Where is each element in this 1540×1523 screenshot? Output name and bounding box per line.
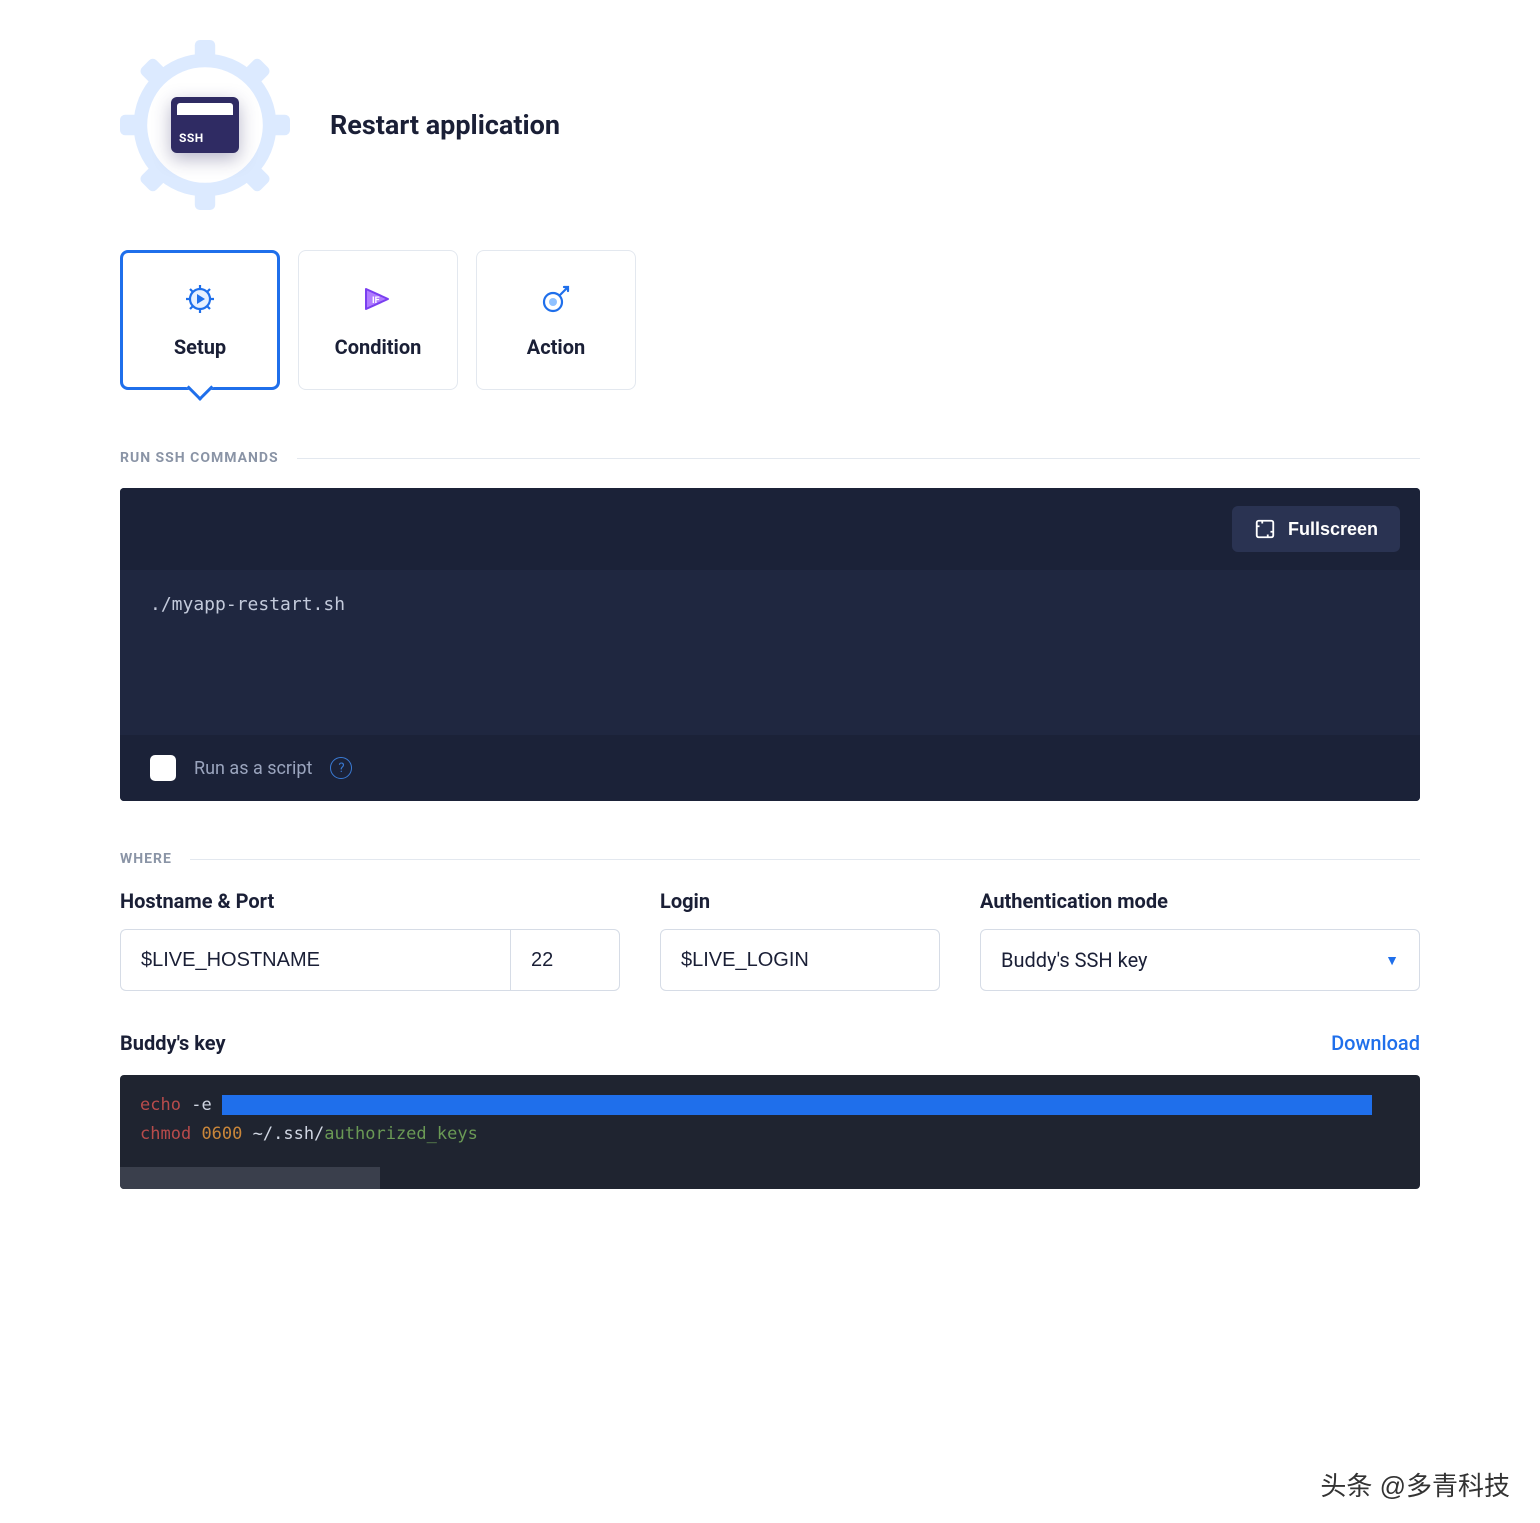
ssh-badge-text: SSH — [179, 131, 204, 145]
page-title: Restart application — [330, 109, 560, 141]
gear-play-icon — [182, 281, 218, 317]
tab-action[interactable]: Action — [476, 250, 636, 390]
fullscreen-button[interactable]: Fullscreen — [1232, 506, 1400, 552]
command-text: ./myapp-restart.sh — [150, 594, 345, 615]
hostname-input[interactable] — [120, 929, 510, 991]
horizontal-scrollbar[interactable] — [120, 1167, 380, 1189]
download-link[interactable]: Download — [1331, 1031, 1420, 1055]
tab-setup[interactable]: Setup — [120, 250, 280, 390]
target-icon — [538, 281, 574, 317]
tab-condition[interactable]: IF Condition — [298, 250, 458, 390]
flag-e: -e — [191, 1095, 211, 1115]
kw-echo: echo — [140, 1095, 181, 1115]
section-ssh-commands: RUN SSH COMMANDS — [120, 450, 1420, 466]
login-label: Login — [660, 889, 940, 913]
path-part-a: ~/.ssh/ — [253, 1124, 325, 1144]
key-code-block[interactable]: echo -e chmod 0600 ~/.ssh/authorized_key… — [120, 1075, 1420, 1189]
ssh-command-editor: Fullscreen ./myapp-restart.sh Run as a s… — [120, 488, 1420, 801]
key-line-2: chmod 0600 ~/.ssh/authorized_keys — [140, 1120, 1400, 1149]
divider — [297, 458, 1420, 459]
help-icon[interactable]: ? — [330, 757, 352, 779]
divider — [190, 859, 1420, 860]
tab-label: Setup — [174, 335, 226, 359]
key-label: Buddy's key — [120, 1031, 226, 1055]
editor-footer: Run as a script ? — [120, 735, 1420, 801]
editor-toolbar: Fullscreen — [120, 488, 1420, 570]
key-header: Buddy's key Download — [120, 1031, 1420, 1055]
connection-form: Hostname & Port Login Authentication mod… — [120, 889, 1420, 991]
path-part-b: authorized_keys — [324, 1124, 478, 1144]
tab-label: Action — [527, 335, 585, 359]
chevron-down-icon: ▼ — [1385, 952, 1399, 969]
section-label: RUN SSH COMMANDS — [120, 450, 279, 466]
login-group: Login — [660, 889, 940, 991]
port-input[interactable] — [510, 929, 620, 991]
fullscreen-label: Fullscreen — [1288, 519, 1378, 540]
hostname-group: Hostname & Port — [120, 889, 620, 991]
ssh-icon: SSH — [171, 97, 239, 153]
editor-body[interactable]: ./myapp-restart.sh — [120, 570, 1420, 735]
tab-label: Condition — [335, 335, 422, 359]
login-input[interactable] — [660, 929, 940, 991]
tab-bar: Setup IF Condition Action — [120, 250, 1420, 390]
run-as-script-label: Run as a script — [194, 758, 312, 779]
key-line-1: echo -e — [140, 1091, 1400, 1120]
key-highlight — [222, 1095, 1372, 1115]
svg-text:IF: IF — [372, 296, 380, 306]
page-header: SSH Restart application — [120, 40, 1420, 210]
watermark: 头条 @多青科技 — [1320, 1466, 1510, 1503]
auth-group: Authentication mode Buddy's SSH key ▼ — [980, 889, 1420, 991]
fullscreen-icon — [1254, 518, 1276, 540]
kw-chmod: chmod — [140, 1124, 191, 1144]
section-label: WHERE — [120, 851, 172, 867]
mode-0600: 0600 — [201, 1124, 242, 1144]
hostname-label: Hostname & Port — [120, 889, 620, 913]
section-where: WHERE — [120, 851, 1420, 867]
action-badge: SSH — [120, 40, 290, 210]
auth-value: Buddy's SSH key — [1001, 948, 1148, 972]
auth-select[interactable]: Buddy's SSH key ▼ — [980, 929, 1420, 991]
play-if-icon: IF — [360, 281, 396, 317]
run-as-script-checkbox[interactable] — [150, 755, 176, 781]
auth-label: Authentication mode — [980, 889, 1420, 913]
